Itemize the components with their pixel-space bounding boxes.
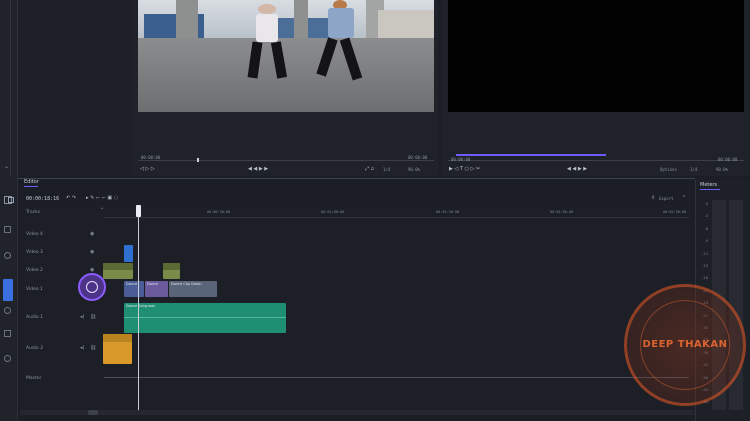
eye-icon[interactable]: ◉ [90, 231, 94, 237]
link-icon[interactable]: ⛓ [90, 345, 96, 351]
ruler-tick: 00:02:00:00 [550, 210, 574, 214]
ruler-tick: 00:02:30:00 [663, 210, 687, 214]
program-fraction[interactable]: 1/4 [690, 167, 697, 172]
tab-editor[interactable]: Editor [24, 179, 39, 185]
media-panel [18, 0, 133, 176]
video3-clip[interactable] [124, 245, 133, 262]
clip-label: Dance [126, 282, 138, 286]
tracks-header: Tracks [26, 210, 41, 215]
speaker-icon[interactable]: ◂) [80, 345, 84, 351]
program-progress [456, 154, 606, 156]
track-label-video-4: Video 4 [26, 232, 43, 237]
meter-scale-label: -18 [702, 276, 708, 281]
editor-toolbar [18, 190, 695, 204]
video1-clip[interactable]: Dance Clip Green [169, 281, 217, 297]
source-video-frame[interactable] [138, 0, 434, 112]
track-label-video-1: Video 1 [26, 287, 43, 292]
source-scrub-bar[interactable] [138, 160, 434, 161]
chevron-up-icon[interactable]: ⌃ [682, 195, 686, 201]
video1-clip[interactable]: Dance [124, 281, 144, 297]
ruler-line [104, 217, 689, 218]
panel-divider [10, 0, 11, 176]
tab-meters[interactable]: Meters [700, 182, 717, 188]
source-fraction[interactable]: 1/4 [383, 167, 390, 172]
speaker-icon[interactable]: ◂) [80, 314, 84, 320]
timeline-scrollbar[interactable] [20, 410, 695, 415]
tab-underline [24, 186, 38, 187]
chevron-down-icon[interactable]: ˅ [101, 208, 104, 214]
text-icon[interactable] [4, 330, 11, 337]
ruler-tick: 00:00:30:00 [207, 210, 231, 214]
track-label-audio-1: Audio 1 [26, 315, 44, 320]
program-tool-icons[interactable]: ▶ ◁ T ○ ▷ ✂ [449, 166, 480, 172]
effects-icon[interactable] [4, 252, 11, 259]
source-mark-icons[interactable]: ◁ ▷ ▷ [140, 166, 155, 172]
dancer-head [258, 4, 276, 14]
source-timecode-left: 00:00:00 [141, 155, 161, 160]
audio2-clip[interactable] [103, 334, 132, 364]
clip-label: Dance Clip Green [171, 282, 202, 286]
program-timecode-left: 00:00:00 [451, 157, 471, 162]
program-play-controls[interactable]: ◀ ◀ ▶ ▶ [567, 166, 587, 172]
track-label-master: Master [26, 376, 42, 381]
video2-clip[interactable] [163, 263, 180, 279]
source-zoom[interactable]: 90.0% [408, 167, 420, 172]
meter-scale-label: -12 [702, 251, 708, 256]
active-tool-icon[interactable] [3, 279, 13, 301]
audio-icon[interactable] [4, 355, 11, 362]
media-icon[interactable] [4, 226, 11, 233]
color-icon[interactable] [4, 307, 11, 314]
undo-redo-icons[interactable]: ↶ ↷ [66, 195, 76, 201]
audio-waveform [124, 317, 286, 318]
meter-scale-label: -6 [704, 226, 709, 231]
playhead-handle[interactable] [136, 205, 141, 217]
meter-scale-label: -3 [704, 214, 709, 219]
audio1-clip[interactable]: Dance Song.wav [124, 303, 286, 333]
export-icon[interactable]: ⇪ [651, 195, 655, 201]
meter-scale-label: -9 [704, 239, 709, 244]
program-zoom[interactable]: 90.0% [716, 167, 728, 172]
watermark-text: DEEP THAKAN [642, 339, 728, 350]
source-timecode-right: 00:00:00 [408, 155, 428, 160]
clip-label: Dance Song.wav [126, 304, 156, 308]
track-label-audio-2: Audio 2 [26, 346, 44, 351]
editor-timecode: 00:00:18:16 [26, 196, 60, 202]
meter-scale-label: 0 [705, 202, 708, 206]
tab-underline [700, 189, 720, 190]
chevron-up-icon[interactable]: ⌃ [4, 166, 9, 173]
program-timecode-right: 00:00:00 [718, 157, 738, 162]
export-button[interactable]: Export [659, 196, 673, 201]
video2-clip[interactable] [103, 263, 133, 279]
clip-label: Dance [147, 282, 159, 286]
ruler-tick: 00:01:30:00 [436, 210, 460, 214]
meter-scale-label: -15 [702, 264, 708, 268]
track-label-video-2: Video 2 [26, 268, 43, 273]
source-scrub-handle[interactable] [197, 158, 199, 162]
dancer-jacket [328, 8, 354, 38]
program-scrub-bar[interactable] [448, 160, 744, 161]
video1-clip[interactable]: Dance [145, 281, 168, 297]
source-play-controls[interactable]: ◀ ◀ ▶ ▶ [248, 166, 268, 172]
dancer-shirt [256, 14, 278, 42]
ruler-tick: 00:01:00:00 [321, 210, 345, 214]
frame-wall [378, 10, 434, 40]
editor-header [18, 178, 695, 187]
program-video-frame[interactable] [448, 0, 744, 112]
playhead-line[interactable] [138, 205, 139, 410]
grid-view-icon[interactable] [8, 197, 14, 203]
scrollbar-thumb[interactable] [88, 410, 98, 415]
program-options[interactable]: Options [660, 167, 677, 172]
edit-tool-icons[interactable]: ▸ ✎ ⌐ ⌐ ▣ ◌ [86, 195, 118, 201]
eye-icon[interactable]: ◉ [90, 249, 94, 255]
source-tools-icons[interactable]: ⤢ ▫ [365, 166, 374, 172]
timeline[interactable] [20, 204, 695, 414]
cursor-icon [86, 281, 98, 293]
track-label-video-3: Video 3 [26, 250, 43, 255]
master-track-line [104, 377, 689, 378]
link-icon[interactable]: ⛓ [90, 314, 96, 320]
